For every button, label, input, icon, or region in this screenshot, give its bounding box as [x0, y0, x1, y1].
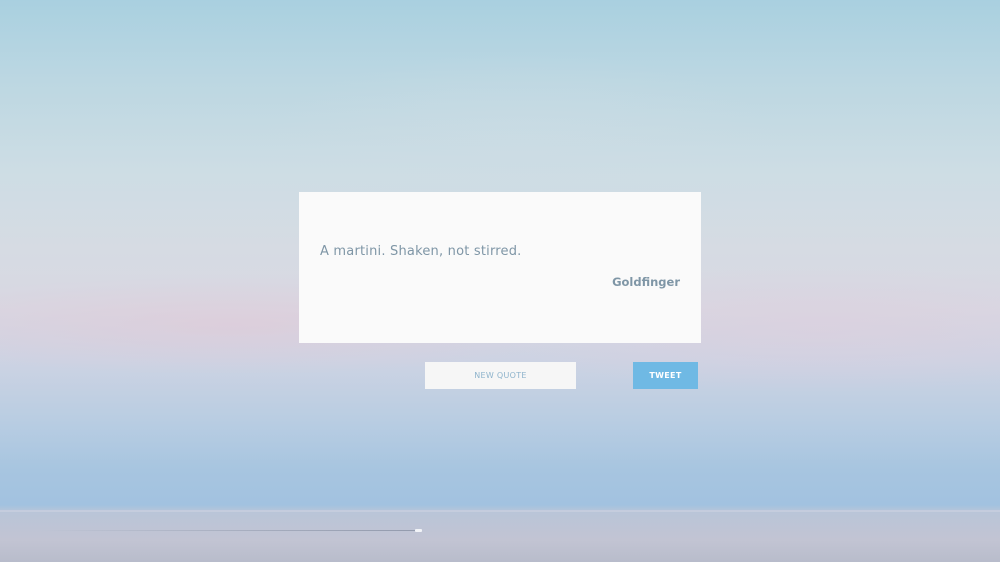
quote-card: A martini. Shaken, not stirred. Goldfing… [299, 192, 701, 343]
quote-text: A martini. Shaken, not stirred. [320, 244, 522, 259]
horizon-line [0, 510, 1000, 512]
tweet-button[interactable]: TWEET [633, 362, 698, 389]
boat-wake [40, 530, 420, 531]
new-quote-button[interactable]: NEW QUOTE [425, 362, 576, 389]
quote-author: Goldfinger [612, 275, 680, 289]
boat [415, 529, 422, 532]
